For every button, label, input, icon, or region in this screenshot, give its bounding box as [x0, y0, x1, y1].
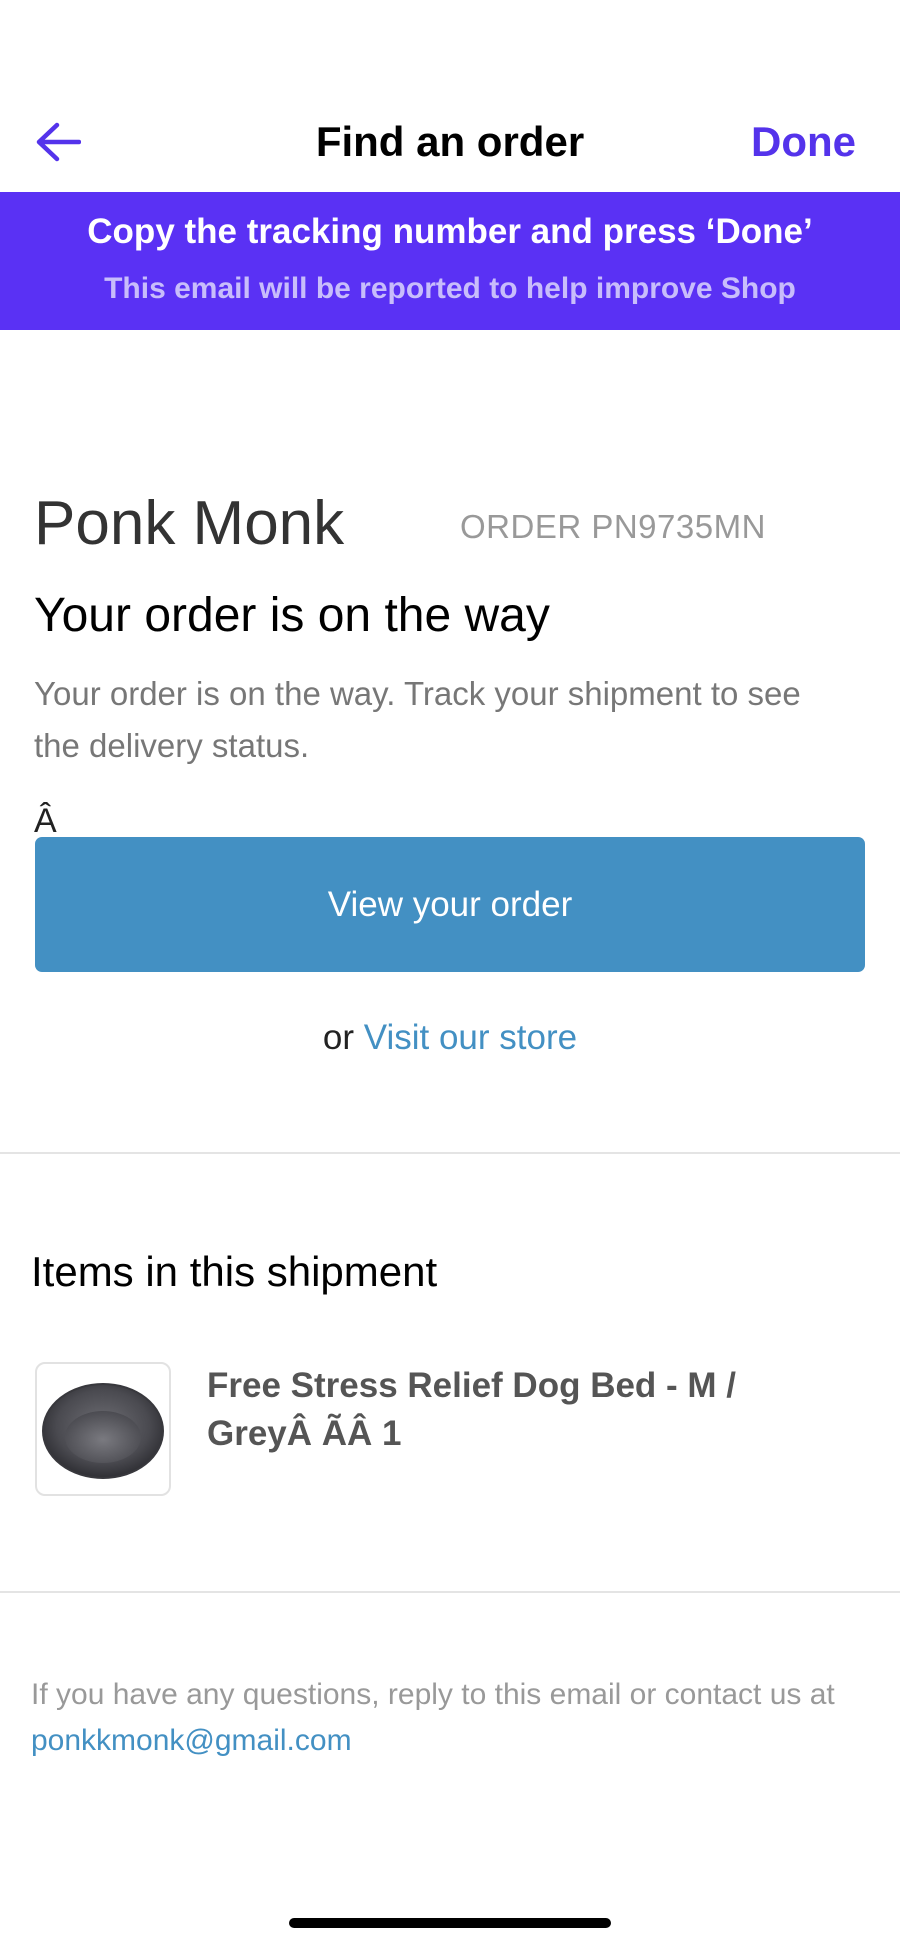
- banner-subtitle: This email will be reported to help impr…: [104, 272, 796, 305]
- view-order-button[interactable]: View your order: [35, 837, 865, 972]
- view-order-label: View your order: [327, 884, 573, 924]
- order-description: Your order is on the way. Track your shi…: [34, 675, 801, 764]
- visit-prefix: or: [322, 1018, 355, 1057]
- banner-title: Copy the tracking number and press ‘Done…: [87, 212, 813, 251]
- footer-contact: If you have any questions, reply to this…: [31, 1672, 871, 1764]
- footer-text: If you have any questions, reply to this…: [31, 1678, 835, 1711]
- visit-store-row: or Visit our store: [0, 1018, 900, 1058]
- contact-email-link[interactable]: ponkkmonk@gmail.com: [31, 1724, 352, 1757]
- order-headline: Your order is on the way: [34, 589, 550, 642]
- stray-character: Â: [34, 802, 57, 840]
- divider: [0, 1591, 900, 1593]
- done-button[interactable]: Done: [751, 118, 856, 166]
- product-name: Free Stress Relief Dog Bed - M / GreyÂ Ã…: [207, 1366, 737, 1453]
- dog-bed-image: [42, 1383, 164, 1479]
- instruction-banner: Copy the tracking number and press ‘Done…: [0, 192, 900, 330]
- visit-store-link[interactable]: Visit our store: [364, 1018, 577, 1057]
- store-name: Ponk Monk: [34, 489, 345, 558]
- divider: [0, 1152, 900, 1154]
- order-number: ORDER PN9735MN: [460, 508, 766, 545]
- home-indicator[interactable]: [289, 1918, 611, 1928]
- product-thumbnail: [35, 1362, 171, 1496]
- shipment-title: Items in this shipment: [31, 1248, 438, 1295]
- navigation-bar: Find an order Done: [0, 92, 900, 192]
